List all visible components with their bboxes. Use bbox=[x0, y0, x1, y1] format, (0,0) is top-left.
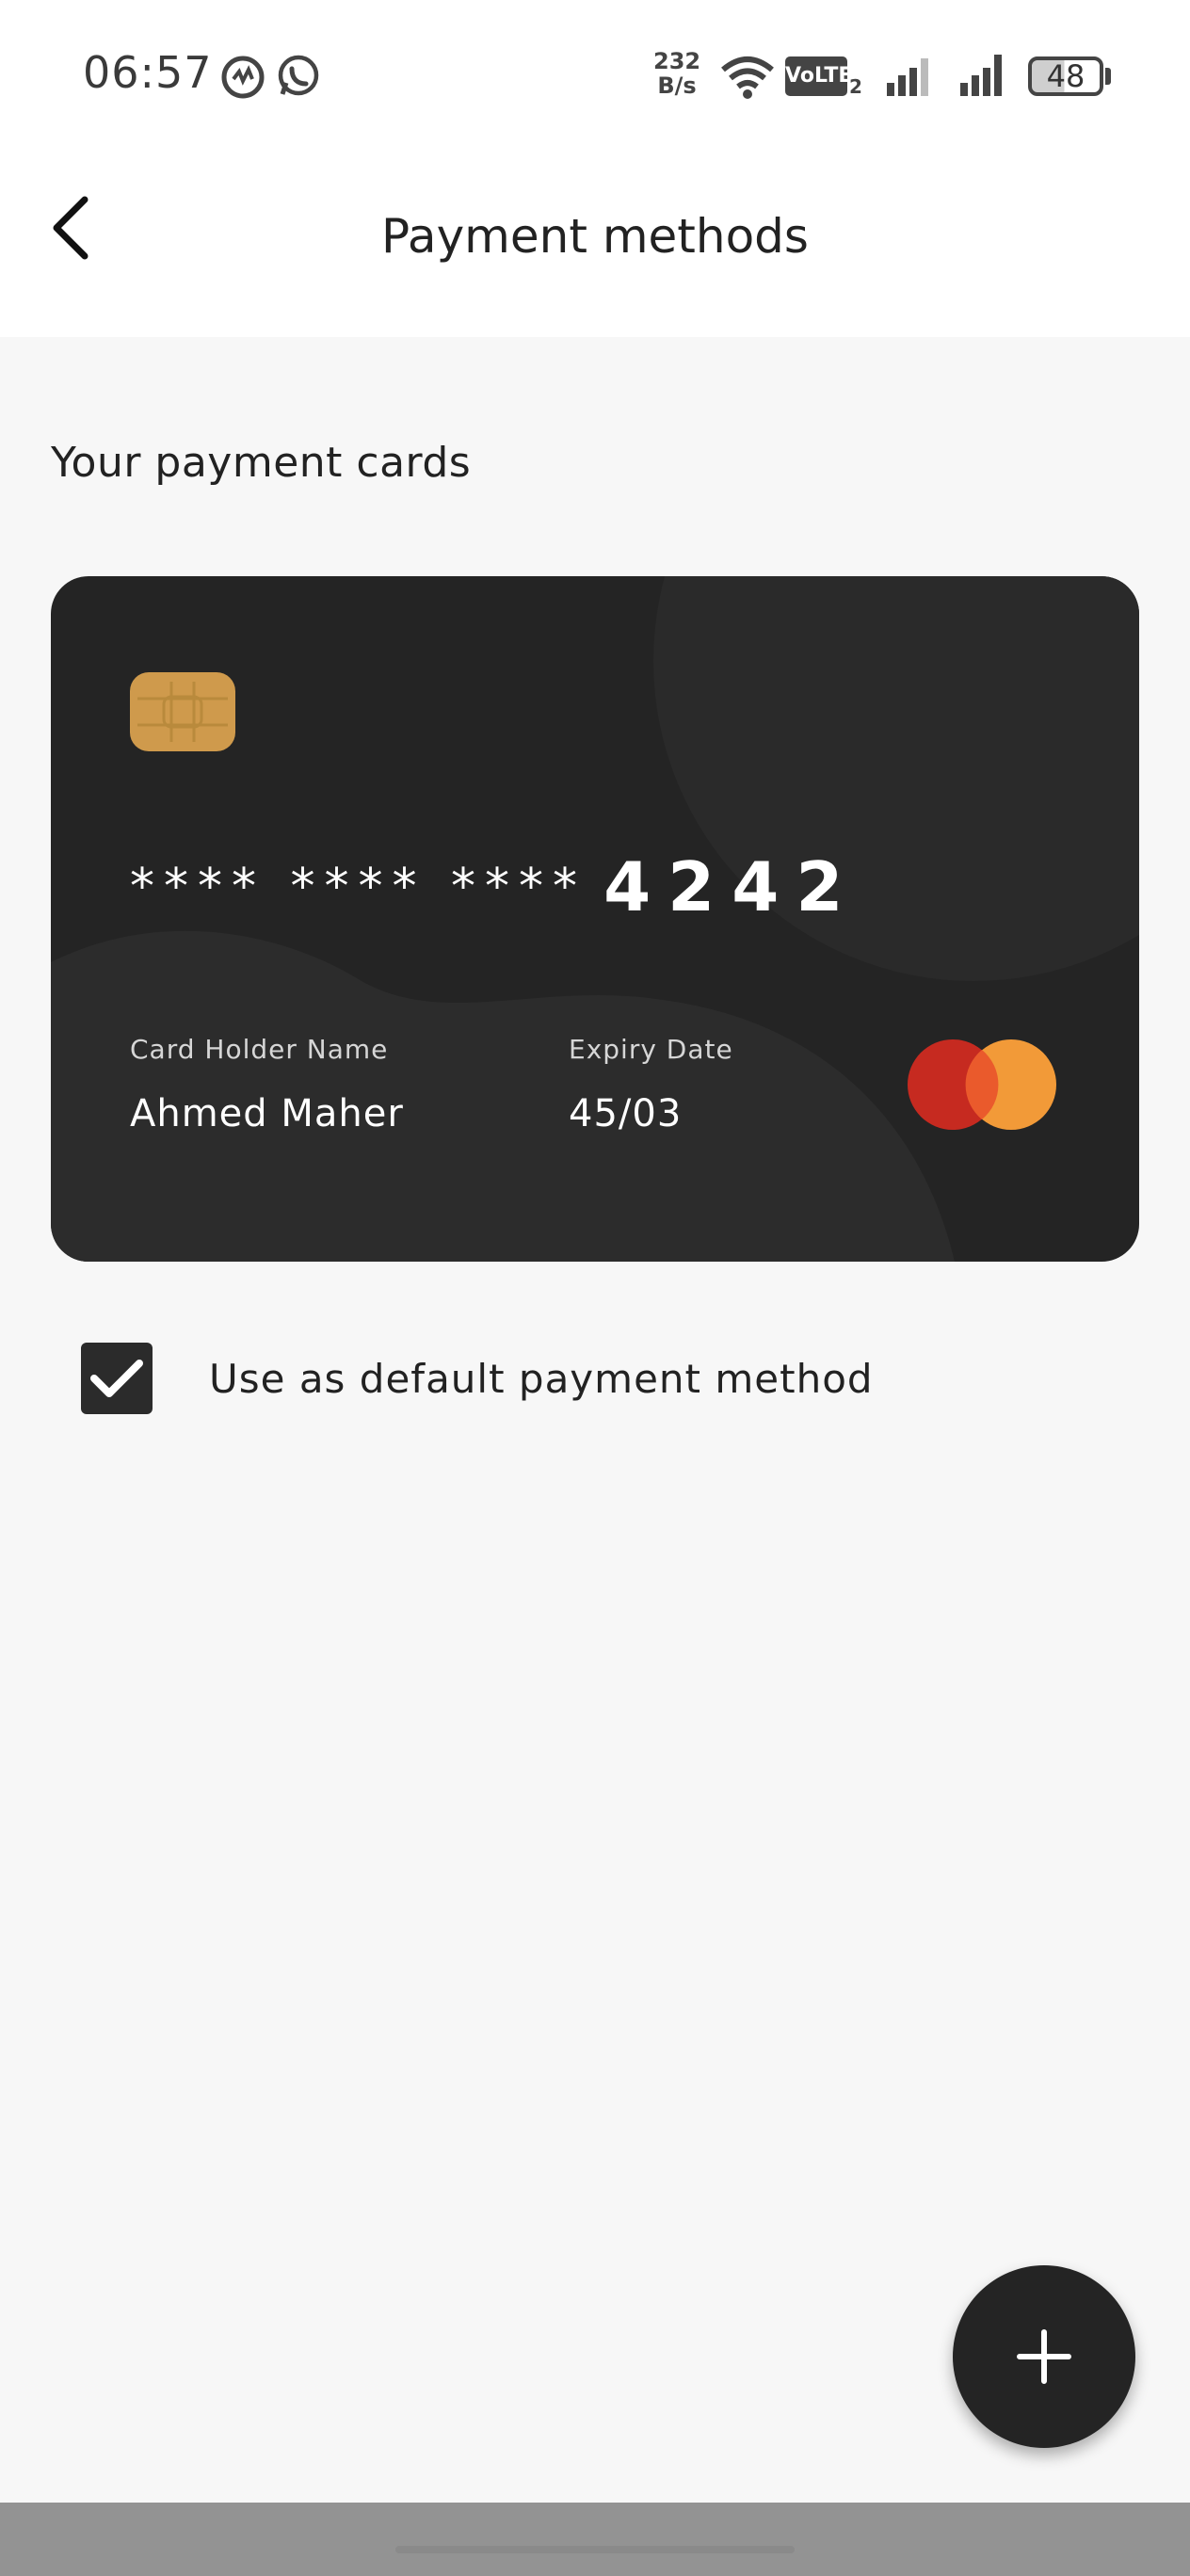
card-number: **** **** **** 4242 bbox=[130, 847, 860, 926]
default-payment-option[interactable]: Use as default payment method bbox=[81, 1343, 1022, 1418]
plus-icon bbox=[1017, 2329, 1071, 2384]
signal-sim2-icon bbox=[960, 55, 1002, 96]
volte-badge: VoLTE bbox=[785, 56, 852, 96]
section-title: Your payment cards bbox=[51, 439, 472, 487]
expiry-label: Expiry Date bbox=[569, 1034, 733, 1065]
card-number-masked: **** **** **** bbox=[130, 859, 587, 915]
expiry-value: 45/03 bbox=[569, 1092, 683, 1135]
add-card-button[interactable] bbox=[953, 2265, 1135, 2448]
app-notification-icon bbox=[221, 56, 265, 99]
wifi-icon bbox=[721, 56, 774, 99]
battery-indicator: 48 bbox=[1028, 56, 1103, 96]
signal-sim1-icon bbox=[887, 58, 928, 96]
payment-card[interactable]: **** **** **** 4242 Card Holder Name Ahme… bbox=[51, 576, 1139, 1262]
checkmark-icon bbox=[90, 1360, 143, 1397]
card-number-last4: 4242 bbox=[603, 847, 860, 926]
default-payment-checkbox[interactable] bbox=[81, 1343, 153, 1414]
card-holder-name: Ahmed Maher bbox=[130, 1092, 404, 1135]
card-chip bbox=[130, 672, 235, 751]
chip-icon bbox=[137, 682, 228, 742]
page-title: Payment methods bbox=[381, 209, 809, 264]
system-nav-bar bbox=[0, 2503, 1190, 2576]
default-payment-label: Use as default payment method bbox=[209, 1356, 874, 1402]
status-bar: 06:57 232 B/s VoLTE 2 48 bbox=[0, 0, 1190, 151]
whatsapp-icon bbox=[278, 55, 319, 96]
app-header: Payment methods bbox=[0, 151, 1190, 337]
mastercard-logo-icon bbox=[908, 1039, 1056, 1130]
battery-tip bbox=[1105, 68, 1111, 85]
home-gesture-handle[interactable] bbox=[395, 2546, 795, 2553]
status-time: 06:57 bbox=[83, 47, 213, 98]
network-speed: 232 B/s bbox=[653, 49, 700, 98]
network-speed-unit: B/s bbox=[657, 72, 697, 99]
network-speed-value: 232 bbox=[653, 48, 701, 74]
volte-sim-number: 2 bbox=[849, 75, 862, 98]
card-holder-label: Card Holder Name bbox=[130, 1034, 389, 1065]
